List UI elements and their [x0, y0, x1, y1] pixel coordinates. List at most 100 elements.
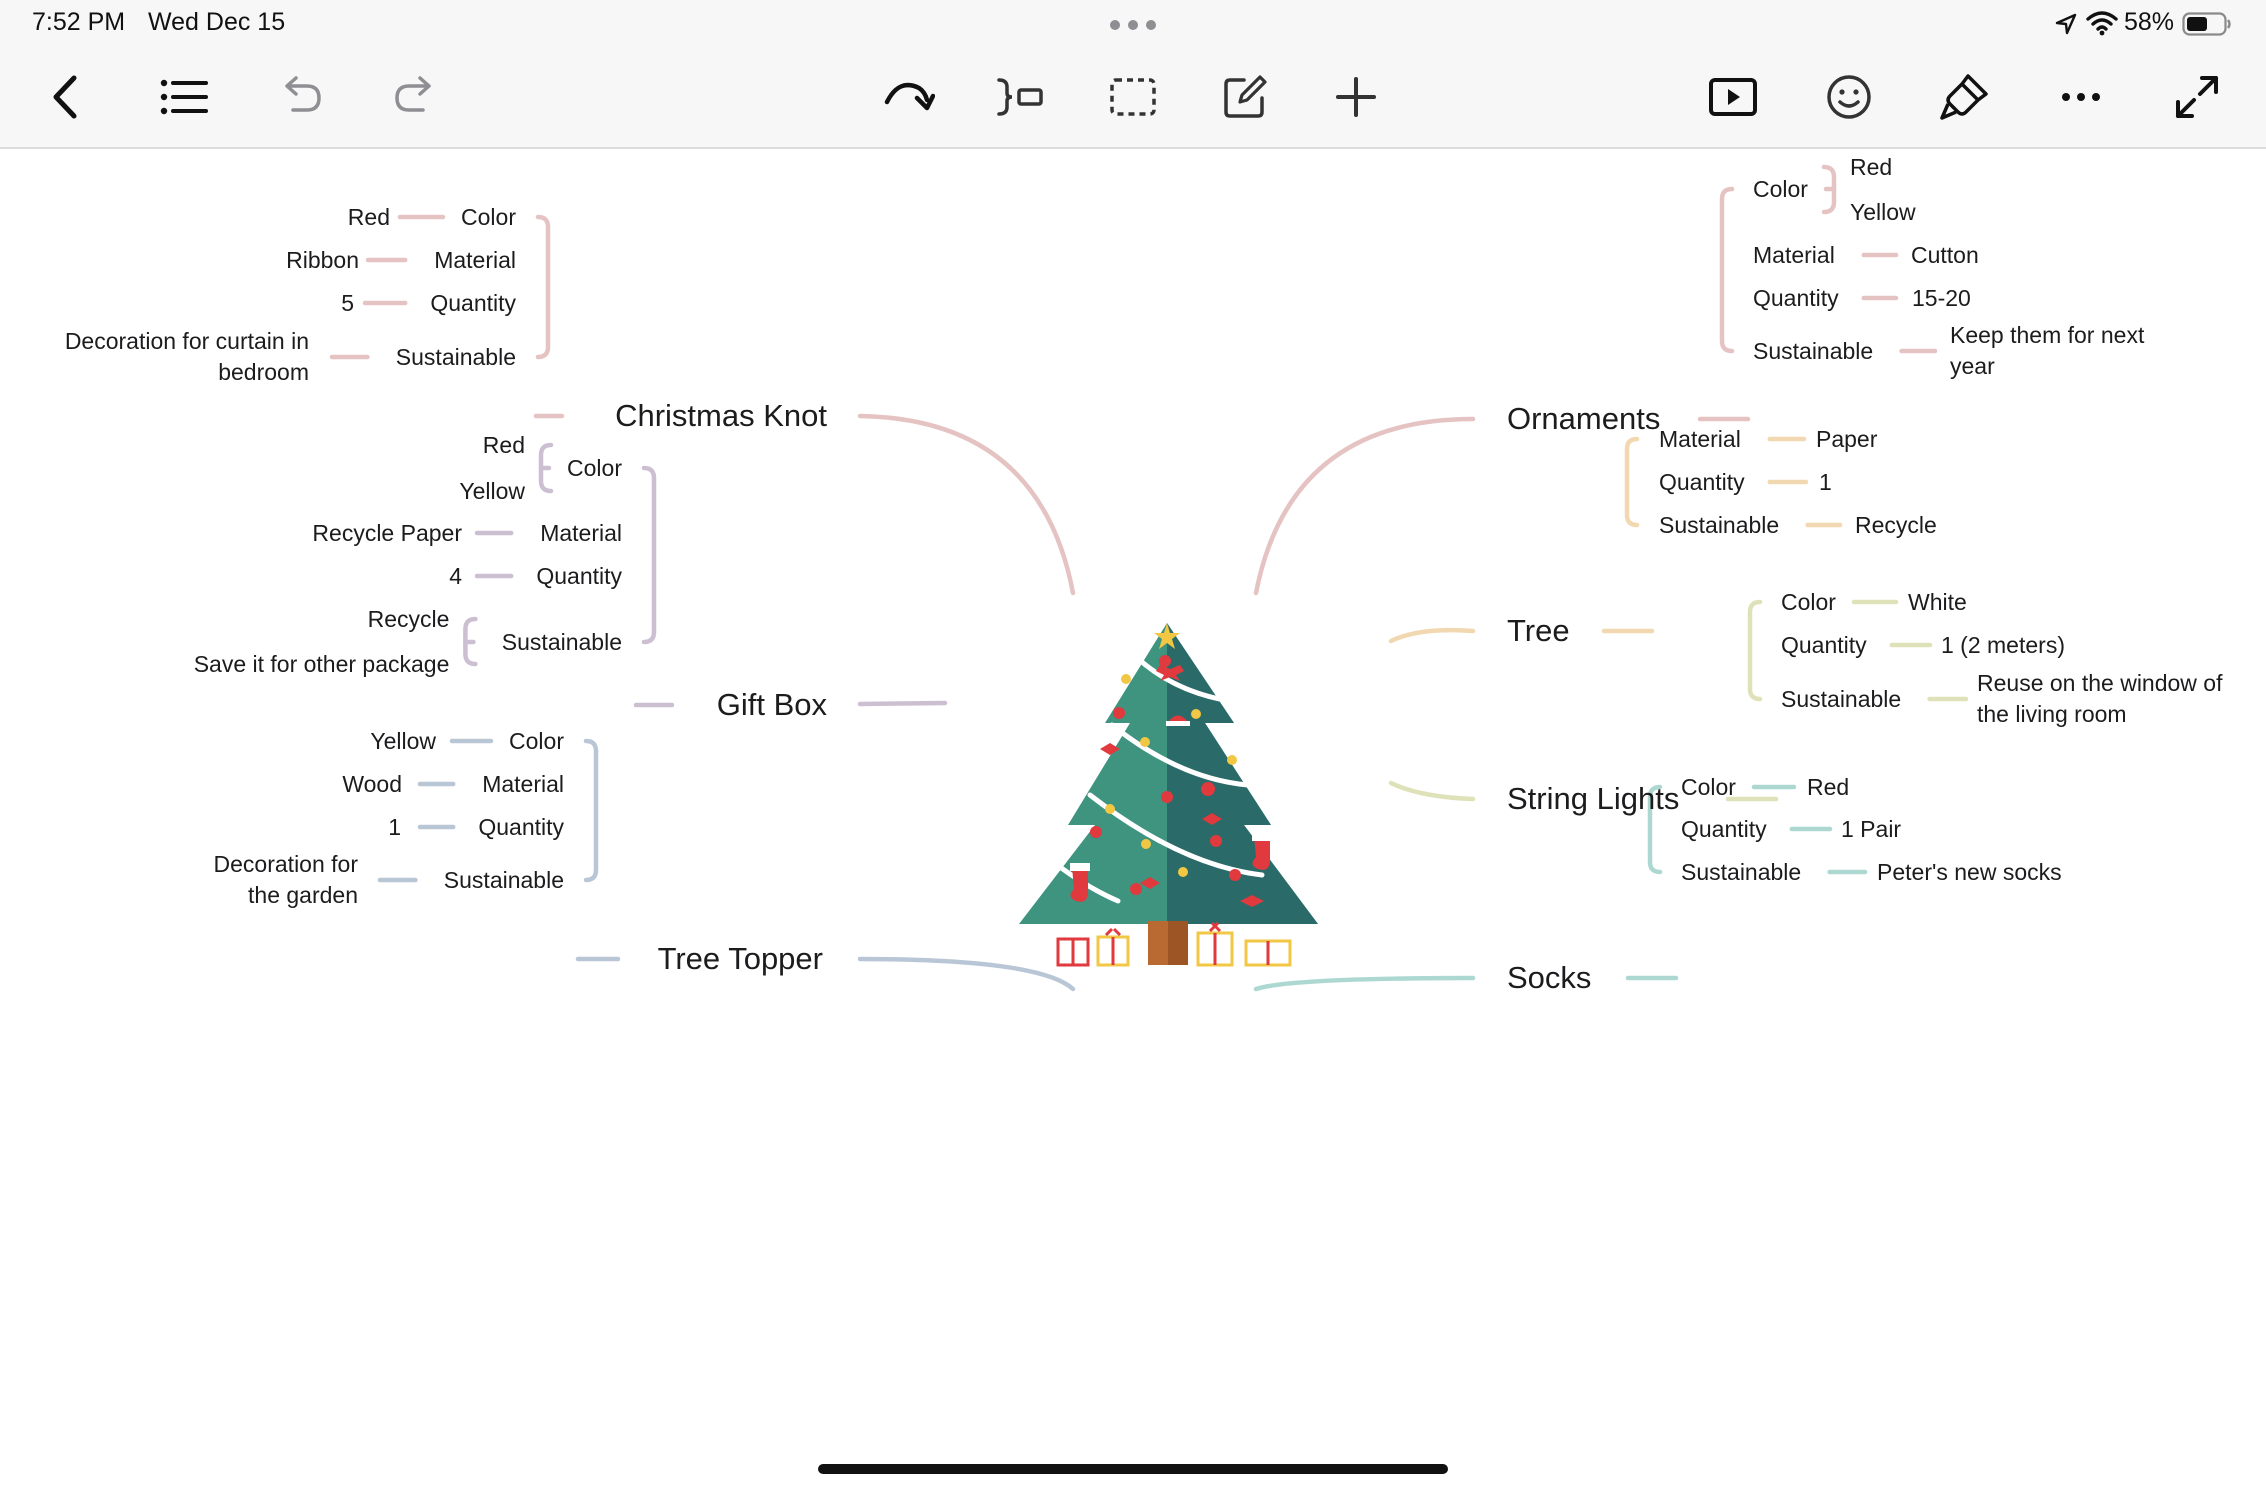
string-lights-connector [1388, 780, 1476, 802]
gift-box-material-key[interactable]: Material [540, 518, 622, 549]
christmas-knot-sustainable-key[interactable]: Sustainable [396, 342, 516, 373]
christmas-tree-image[interactable] [1019, 623, 1318, 967]
tree-material-key[interactable]: Material [1659, 424, 1741, 455]
mindmap-lines [329, 164, 1969, 992]
status-bar: 7:52 PM Wed Dec 15 58% [0, 0, 2266, 48]
tree-topper-sustainable-value[interactable]: Decoration for the garden [188, 849, 358, 911]
tree-topper-quantity-key[interactable]: Quantity [478, 812, 564, 843]
ornaments-color-value[interactable]: Yellow [1850, 197, 1916, 228]
ornaments-sustainable-key[interactable]: Sustainable [1753, 336, 1873, 367]
gift-box-color-value[interactable]: Red [483, 430, 525, 461]
gift-box-sustainable-value[interactable]: Save it for other package [194, 649, 450, 680]
play-button[interactable] [1698, 62, 1768, 132]
note-button[interactable] [1210, 62, 1280, 132]
ornaments-color-value[interactable]: Red [1850, 152, 1892, 183]
curved-arrow-icon [884, 82, 935, 111]
tree-sustainable-value[interactable]: Recycle [1855, 510, 1937, 541]
ornaments-material-value[interactable]: Cutton [1911, 240, 1979, 271]
christmas-knot-bracket [535, 214, 551, 360]
ornaments-material-key[interactable]: Material [1753, 240, 1835, 271]
ornaments-color-key[interactable]: Color [1753, 174, 1808, 205]
ornaments-connector [1253, 416, 1476, 596]
string-lights-quantity-value[interactable]: 1 (2 meters) [1941, 630, 2065, 661]
ornaments-sustainable-value[interactable]: Keep them for next year [1950, 320, 2150, 382]
multitasking-dots-icon[interactable] [1108, 18, 1158, 30]
ornaments-topic[interactable]: Ornaments [1507, 399, 1660, 439]
tree-material-value[interactable]: Paper [1816, 424, 1877, 455]
dashed-rect-icon [1110, 78, 1156, 116]
string-lights-quantity-key[interactable]: Quantity [1781, 630, 1867, 661]
battery-icon [2182, 11, 2232, 42]
add-topic-button[interactable] [1321, 62, 1391, 132]
christmas-knot-color-value[interactable]: Red [348, 202, 390, 233]
ornaments-quantity-value[interactable]: 15-20 [1912, 283, 1971, 314]
more-icon [2062, 93, 2100, 101]
socks-topic[interactable]: Socks [1507, 958, 1591, 998]
tree-quantity-value[interactable]: 1 [1819, 467, 1832, 498]
gift-box-sustainable-value[interactable]: Recycle [368, 604, 450, 635]
tree-topic[interactable]: Tree [1507, 611, 1570, 651]
gift-box-sustainable-key[interactable]: Sustainable [502, 627, 622, 658]
gift-box-material-value[interactable]: Recycle Paper [312, 518, 462, 549]
edit-note-icon [1224, 75, 1267, 118]
tree-topper-color-key[interactable]: Color [509, 726, 564, 757]
gift-box-quantity-key[interactable]: Quantity [536, 561, 622, 592]
mindmap-canvas[interactable]: Christmas Knot Color Red Material Ribbon Quan… [0, 149, 2266, 1488]
home-indicator[interactable] [818, 1464, 1448, 1474]
more-button[interactable] [2046, 62, 2116, 132]
back-button[interactable] [32, 62, 102, 132]
fullscreen-button[interactable] [2162, 62, 2232, 132]
string-lights-topic[interactable]: String Lights [1507, 779, 1679, 819]
socks-quantity-value[interactable]: 1 Pair [1841, 814, 1901, 845]
gift-box-color-value[interactable]: Yellow [459, 476, 525, 507]
format-button[interactable] [1930, 62, 2000, 132]
socks-color-key[interactable]: Color [1681, 772, 1736, 803]
wifi-icon [2086, 10, 2118, 41]
socks-sustainable-key[interactable]: Sustainable [1681, 857, 1801, 888]
christmas-knot-material-value[interactable]: Ribbon [286, 245, 359, 276]
ornaments-quantity-key[interactable]: Quantity [1753, 283, 1839, 314]
gift-box-topic[interactable]: Gift Box [717, 685, 827, 725]
outline-button[interactable] [148, 62, 218, 132]
ornaments-bracket [1719, 186, 1735, 354]
summary-bracket-icon [997, 78, 1043, 116]
christmas-knot-quantity-value[interactable]: 5 [341, 288, 354, 319]
gift-box-color-key[interactable]: Color [567, 453, 622, 484]
christmas-knot-topic[interactable]: Christmas Knot [615, 396, 827, 436]
tree-quantity-key[interactable]: Quantity [1659, 467, 1745, 498]
gift-box-quantity-value[interactable]: 4 [449, 561, 462, 592]
boundary-button[interactable] [1098, 62, 1168, 132]
christmas-knot-connector [857, 413, 1076, 596]
undo-button[interactable] [265, 62, 335, 132]
tree-topper-topic[interactable]: Tree Topper [658, 939, 823, 979]
tree-topper-connector [857, 956, 1076, 992]
location-icon [2054, 12, 2078, 41]
christmas-knot-sustainable-value[interactable]: Decoration for curtain in bedroom [59, 326, 309, 388]
string-lights-color-value[interactable]: White [1908, 587, 1967, 618]
summary-button[interactable] [985, 62, 1055, 132]
redo-button[interactable] [381, 62, 451, 132]
tree-topper-sustainable-key[interactable]: Sustainable [444, 865, 564, 896]
socks-sustainable-value[interactable]: Peter's new socks [1877, 857, 2062, 888]
tree-topper-material-key[interactable]: Material [482, 769, 564, 800]
string-lights-sustainable-key[interactable]: Sustainable [1781, 684, 1901, 715]
socks-color-value[interactable]: Red [1807, 772, 1849, 803]
sticker-button[interactable] [1814, 62, 1884, 132]
tree-sustainable-key[interactable]: Sustainable [1659, 510, 1779, 541]
string-lights-sustainable-value[interactable]: Reuse on the window of the living room [1977, 668, 2237, 730]
relationship-button[interactable] [873, 62, 943, 132]
christmas-knot-quantity-key[interactable]: Quantity [430, 288, 516, 319]
tree-topper-bracket [583, 738, 599, 883]
chevron-left-icon [53, 75, 77, 119]
plus-icon [1336, 77, 1376, 117]
tree-topper-material-value[interactable]: Wood [342, 769, 402, 800]
status-date: Wed Dec 15 [148, 8, 286, 36]
brush-icon [1940, 74, 1988, 120]
tree-topper-color-value[interactable]: Yellow [370, 726, 436, 757]
undo-icon [285, 76, 321, 112]
christmas-knot-color-key[interactable]: Color [461, 202, 516, 233]
tree-topper-quantity-value[interactable]: 1 [388, 812, 401, 843]
christmas-knot-material-key[interactable]: Material [434, 245, 516, 276]
socks-quantity-key[interactable]: Quantity [1681, 814, 1767, 845]
string-lights-color-key[interactable]: Color [1781, 587, 1836, 618]
